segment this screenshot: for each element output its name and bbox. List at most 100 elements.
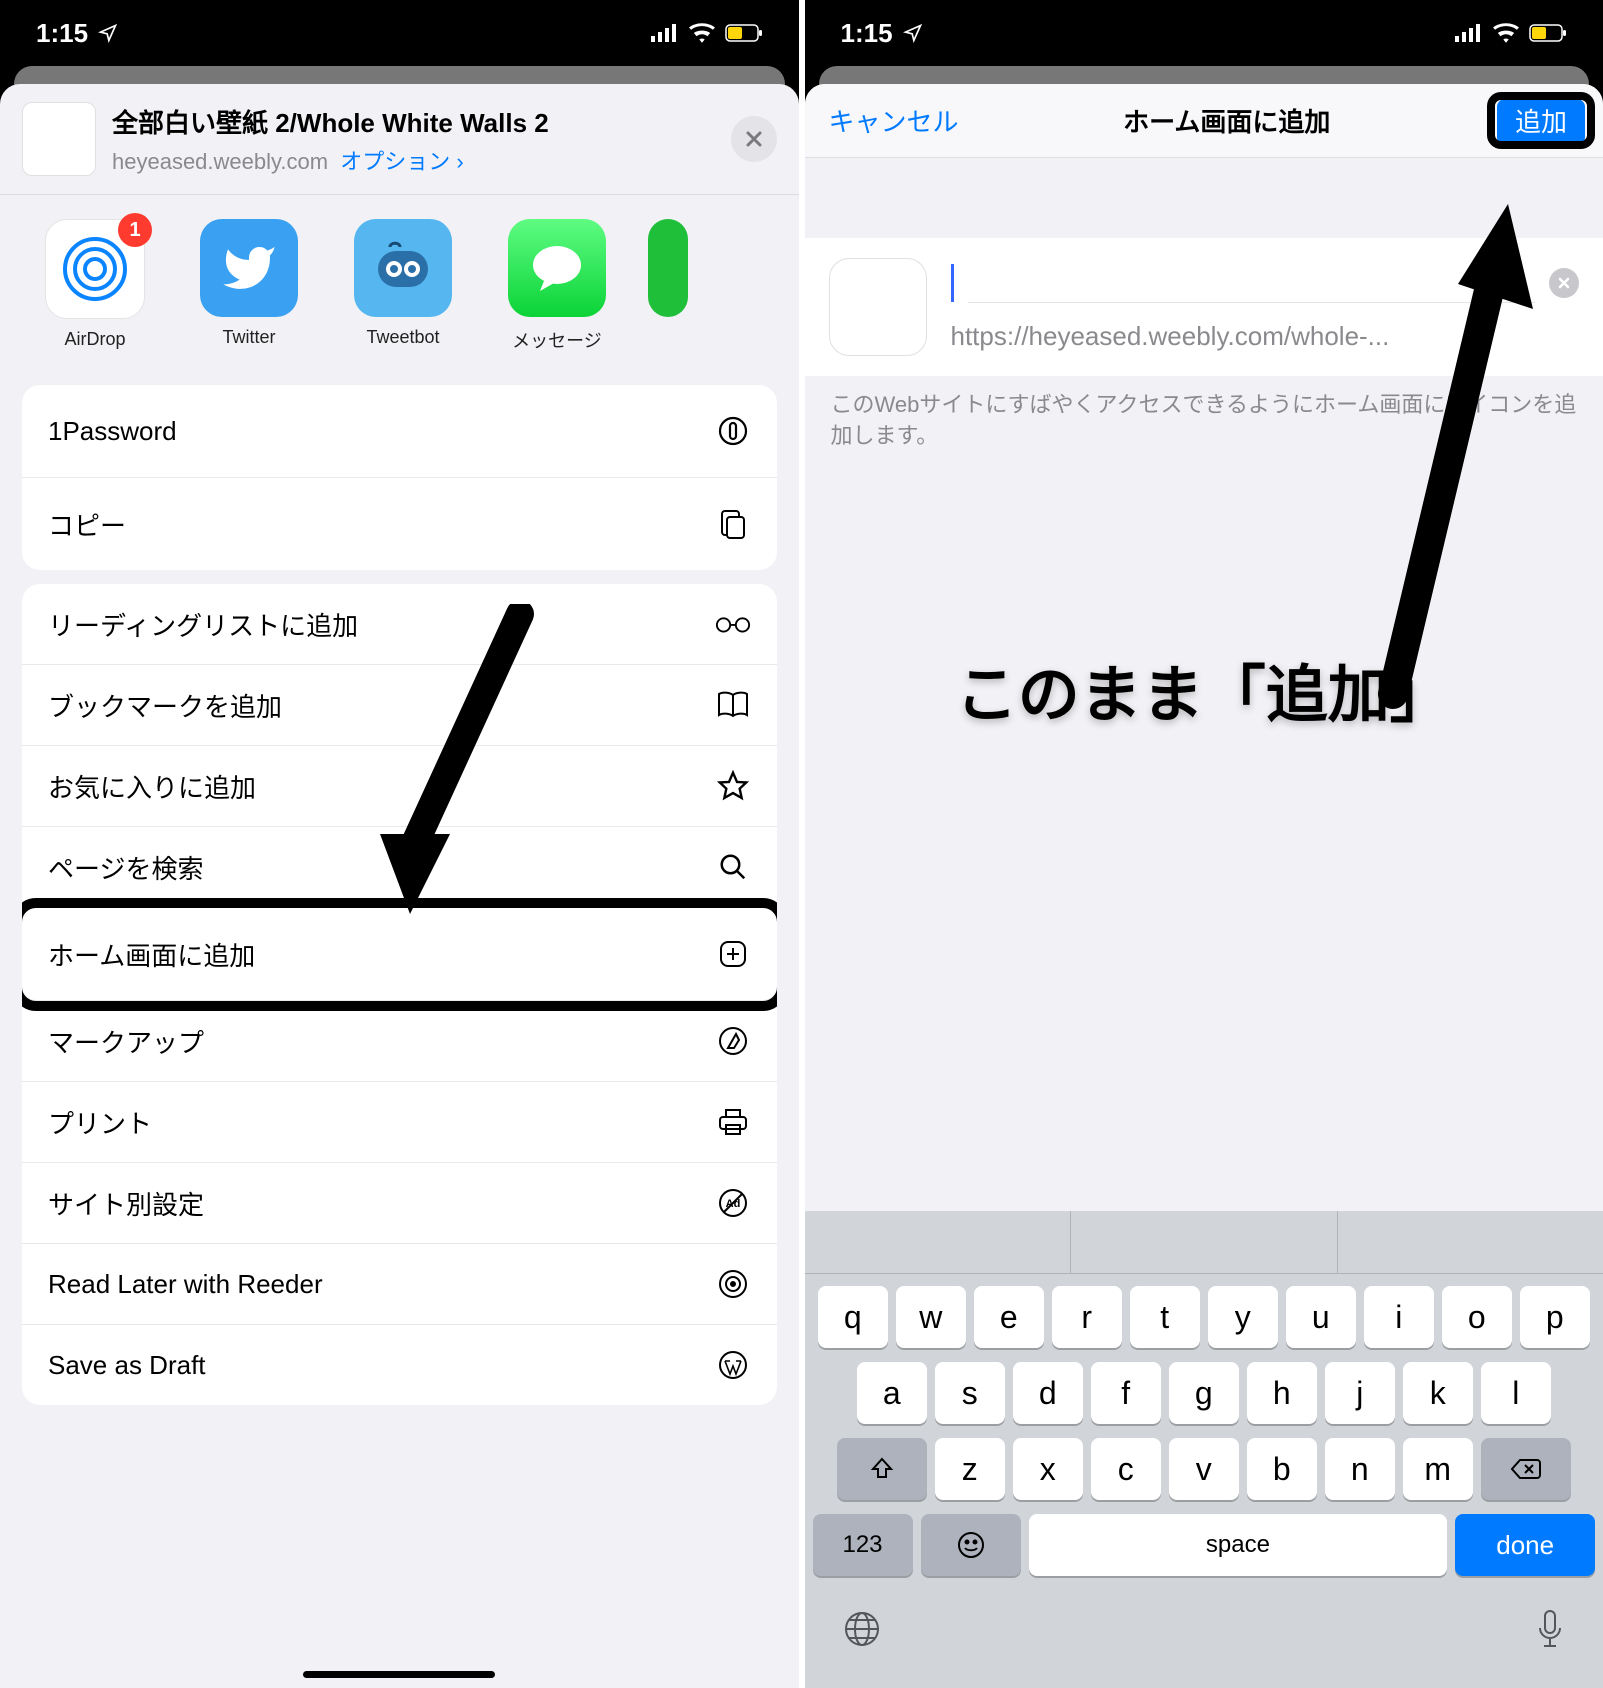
key-c[interactable]: c (1091, 1438, 1161, 1500)
key-q[interactable]: q (818, 1286, 888, 1348)
key-o[interactable]: o (1442, 1286, 1512, 1348)
key-m[interactable]: m (1403, 1438, 1473, 1500)
no-ads-icon: Ad (715, 1185, 751, 1221)
key-y[interactable]: y (1208, 1286, 1278, 1348)
page-thumbnail (22, 102, 96, 176)
action-bookmark[interactable]: ブックマークを追加 (22, 665, 777, 746)
keyboard-row-1: q w e r t y u i o p (813, 1286, 1596, 1348)
annotation-text: このまま「追加」 (956, 644, 1452, 734)
close-button[interactable] (731, 116, 777, 162)
bookmark-name-input[interactable] (968, 262, 1536, 303)
cancel-button[interactable]: キャンセル (829, 102, 959, 139)
app-twitter[interactable]: Twitter (186, 219, 312, 348)
key-p[interactable]: p (1520, 1286, 1590, 1348)
key-k[interactable]: k (1403, 1362, 1473, 1424)
status-bar-left: 1:15 (0, 0, 799, 66)
app-tweetbot[interactable]: Tweetbot (340, 219, 466, 348)
key-numbers[interactable]: 123 (813, 1514, 913, 1576)
clear-input-button[interactable] (1549, 268, 1579, 298)
status-time: 1:15 (841, 18, 893, 49)
location-icon (98, 23, 118, 43)
key-n[interactable]: n (1325, 1438, 1395, 1500)
key-b[interactable]: b (1247, 1438, 1317, 1500)
key-x[interactable]: x (1013, 1438, 1083, 1500)
add-button-highlight: 追加 (1495, 100, 1587, 141)
action-group-2: リーディングリストに追加 ブックマークを追加 お気に入りに追加 (22, 584, 777, 1405)
keyboard-row-3: z x c v b n m (813, 1438, 1596, 1500)
wifi-icon (1493, 23, 1519, 43)
key-r[interactable]: r (1052, 1286, 1122, 1348)
keyboard-row-2: a s d f g h j k l (813, 1362, 1596, 1424)
close-icon (745, 130, 763, 148)
book-icon (715, 687, 751, 723)
onepassword-icon (715, 413, 751, 449)
add-button[interactable]: 追加 (1497, 99, 1585, 145)
key-f[interactable]: f (1091, 1362, 1161, 1424)
key-done[interactable]: done (1455, 1514, 1595, 1576)
action-site-settings[interactable]: サイト別設定 Ad (22, 1163, 777, 1244)
tweetbot-icon (354, 219, 452, 317)
key-l[interactable]: l (1481, 1362, 1551, 1424)
home-indicator[interactable] (303, 1671, 495, 1678)
bookmark-url: https://heyeased.weebly.com/whole-... (951, 321, 1580, 352)
key-a[interactable]: a (857, 1362, 927, 1424)
modal-title: ホーム画面に追加 (1123, 102, 1330, 139)
app-partial[interactable] (648, 219, 688, 317)
action-add-to-home[interactable]: ホーム画面に追加 (22, 908, 777, 1001)
cellular-icon (651, 24, 679, 42)
key-z[interactable]: z (935, 1438, 1005, 1500)
action-copy[interactable]: コピー (22, 478, 777, 570)
action-markup[interactable]: マークアップ (22, 1001, 777, 1082)
partial-app-icon (648, 219, 688, 317)
key-v[interactable]: v (1169, 1438, 1239, 1500)
globe-icon[interactable] (843, 1610, 881, 1648)
keyboard-predictions (805, 1211, 1603, 1274)
action-find-on-page[interactable]: ページを検索 (22, 827, 777, 908)
key-g[interactable]: g (1169, 1362, 1239, 1424)
key-t[interactable]: t (1130, 1286, 1200, 1348)
key-w[interactable]: w (896, 1286, 966, 1348)
printer-icon (715, 1104, 751, 1140)
key-s[interactable]: s (935, 1362, 1005, 1424)
key-shift[interactable] (837, 1438, 927, 1500)
bookmark-fields: https://heyeased.weebly.com/whole-... (805, 238, 1603, 376)
status-time: 1:15 (36, 18, 88, 49)
app-messages[interactable]: メッセージ (494, 219, 620, 353)
text-cursor (951, 264, 954, 302)
key-e[interactable]: e (974, 1286, 1044, 1348)
key-i[interactable]: i (1364, 1286, 1434, 1348)
keyboard-row-4: 123 space done (813, 1514, 1596, 1576)
key-d[interactable]: d (1013, 1362, 1083, 1424)
share-options-link[interactable]: オプション › (340, 149, 463, 174)
mic-icon[interactable] (1535, 1608, 1565, 1650)
action-favorite[interactable]: お気に入りに追加 (22, 746, 777, 827)
status-bar-right: 1:15 (805, 0, 1603, 66)
shift-icon (869, 1456, 895, 1482)
prediction-slot[interactable] (1338, 1211, 1603, 1273)
messages-icon (508, 219, 606, 317)
key-emoji[interactable] (921, 1514, 1021, 1576)
share-title: 全部白い壁紙 2/Whole White Walls 2 (112, 103, 715, 140)
app-airdrop[interactable]: 1 AirDrop (32, 219, 158, 350)
key-h[interactable]: h (1247, 1362, 1317, 1424)
key-u[interactable]: u (1286, 1286, 1356, 1348)
action-save-draft[interactable]: Save as Draft (22, 1325, 777, 1405)
reeder-icon (715, 1266, 751, 1302)
location-icon (903, 23, 923, 43)
key-backspace[interactable] (1481, 1438, 1571, 1500)
glasses-icon (715, 606, 751, 642)
left-phone: 1:15 全部白い壁紙 2/Whole White Walls 2 heyeas… (0, 0, 799, 1688)
modal-navbar: キャンセル ホーム画面に追加 追加 (805, 84, 1603, 158)
prediction-slot[interactable] (1071, 1211, 1338, 1273)
add-to-home-sheet: キャンセル ホーム画面に追加 追加 https://heyeas (805, 84, 1603, 1688)
key-j[interactable]: j (1325, 1362, 1395, 1424)
action-read-later[interactable]: Read Later with Reeder (22, 1244, 777, 1325)
action-reading-list[interactable]: リーディングリストに追加 (22, 584, 777, 665)
key-space[interactable]: space (1029, 1514, 1448, 1576)
prediction-slot[interactable] (805, 1211, 1072, 1273)
share-header: 全部白い壁紙 2/Whole White Walls 2 heyeased.we… (0, 84, 799, 194)
action-1password[interactable]: 1Password (22, 385, 777, 478)
close-icon (1558, 277, 1570, 289)
keyboard-bottom-row (805, 1586, 1603, 1688)
action-print[interactable]: プリント (22, 1082, 777, 1163)
